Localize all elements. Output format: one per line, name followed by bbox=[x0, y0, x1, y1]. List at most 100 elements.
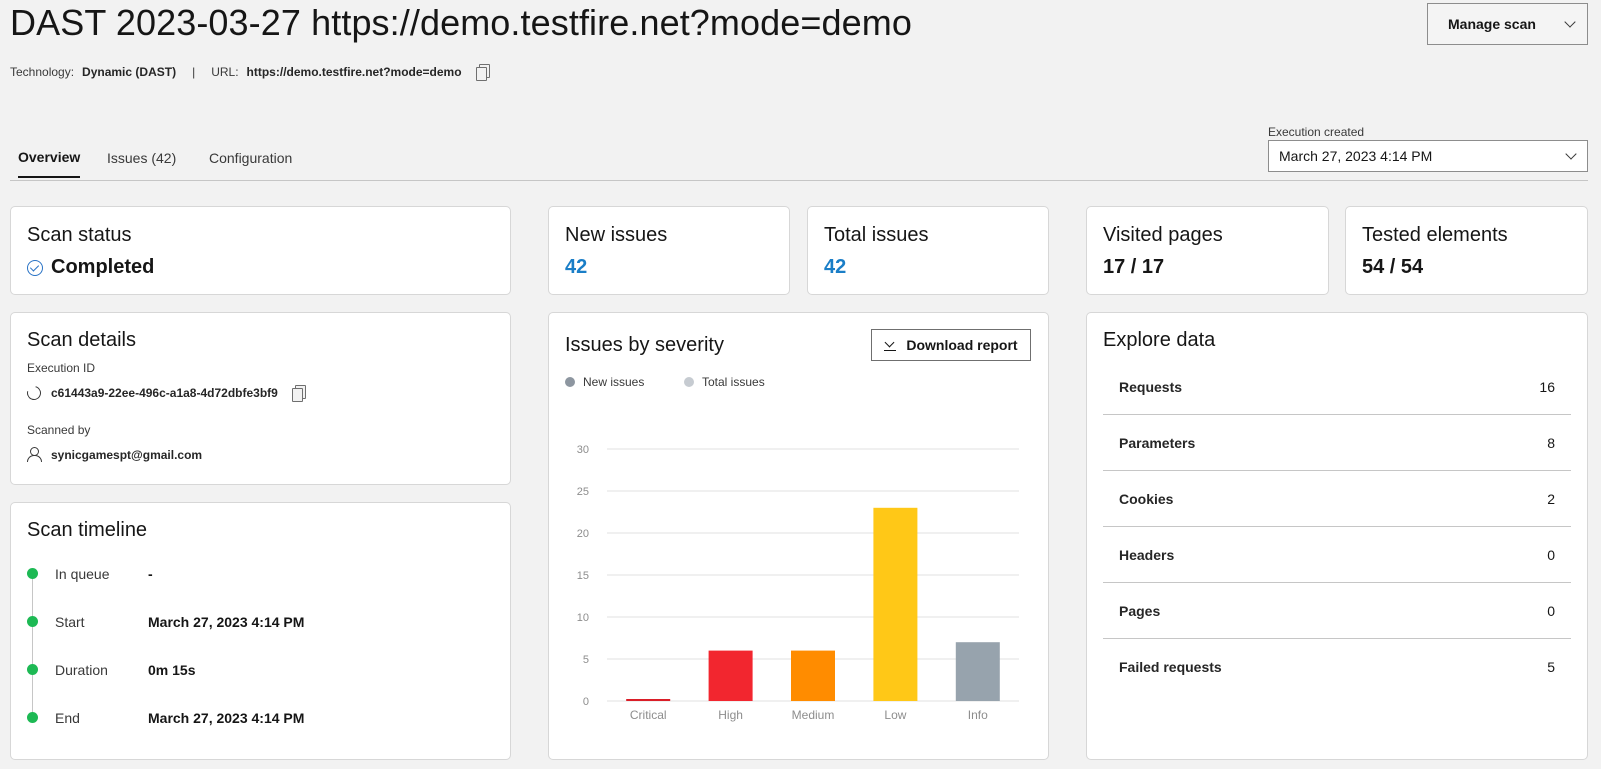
manage-scan-button[interactable]: Manage scan bbox=[1427, 3, 1588, 45]
legend-item-total[interactable]: Total issues bbox=[684, 375, 765, 389]
x-tick-label: Low bbox=[884, 708, 906, 722]
legend-swatch bbox=[565, 377, 575, 387]
scanned-by-value: synicgamespt@gmail.com bbox=[51, 447, 203, 462]
explore-row-value: 5 bbox=[1547, 659, 1555, 675]
y-tick-label: 5 bbox=[583, 654, 589, 666]
page-title: DAST 2023-03-27 https://demo.testfire.ne… bbox=[10, 2, 912, 43]
timeline-label-end: End bbox=[55, 710, 80, 726]
bar-high bbox=[708, 650, 753, 701]
x-tick-label: High bbox=[718, 708, 743, 722]
total-issues-title: Total issues bbox=[824, 224, 929, 246]
timeline-label-duration: Duration bbox=[55, 662, 108, 678]
tab-overview[interactable]: Overview bbox=[18, 149, 81, 178]
explore-row-label: Parameters bbox=[1119, 434, 1196, 451]
issues-by-severity-title: Issues by severity bbox=[565, 334, 724, 356]
timeline-dot bbox=[27, 568, 38, 579]
check-circle-icon bbox=[27, 259, 43, 276]
timeline-label-start: Start bbox=[55, 614, 85, 630]
copy-execution-id-icon[interactable] bbox=[291, 385, 306, 402]
tab-issues[interactable]: Issues (42) bbox=[107, 150, 176, 166]
visited-pages-title: Visited pages bbox=[1103, 224, 1223, 246]
scanned-by-label: Scanned by bbox=[27, 423, 91, 437]
explore-row-value: 0 bbox=[1547, 546, 1555, 563]
y-tick-label: 30 bbox=[577, 444, 589, 456]
execution-icon bbox=[24, 382, 44, 403]
y-tick-label: 25 bbox=[577, 486, 589, 498]
timeline-value-start: March 27, 2023 4:14 PM bbox=[148, 614, 305, 630]
explore-row-value: 2 bbox=[1547, 490, 1555, 507]
total-issues-card: Total issues 42 bbox=[807, 206, 1049, 295]
timeline-dot bbox=[27, 712, 38, 723]
new-issues-count[interactable]: 42 bbox=[565, 256, 587, 279]
new-issues-card: New issues 42 bbox=[548, 206, 790, 295]
tab-configuration[interactable]: Configuration bbox=[209, 150, 292, 166]
y-tick-label: 15 bbox=[577, 570, 589, 582]
y-tick-label: 0 bbox=[583, 696, 589, 708]
explore-row-label: Failed requests bbox=[1119, 659, 1222, 675]
timeline-dot bbox=[27, 664, 38, 675]
total-issues-count[interactable]: 42 bbox=[824, 256, 846, 279]
visited-pages-value: 17 / 17 bbox=[1103, 256, 1165, 278]
explore-row-parameters[interactable]: Parameters 8 bbox=[1103, 415, 1571, 471]
copy-url-icon[interactable] bbox=[475, 64, 490, 81]
legend-label: Total issues bbox=[702, 375, 765, 389]
chevron-down-icon bbox=[1565, 148, 1577, 160]
timeline-value-end: March 27, 2023 4:14 PM bbox=[148, 710, 305, 726]
manage-scan-label: Manage scan bbox=[1448, 16, 1536, 32]
scan-status-value: Completed bbox=[51, 256, 155, 278]
explore-row-value: 16 bbox=[1539, 378, 1555, 395]
explore-row-label: Requests bbox=[1119, 378, 1183, 395]
execution-id-row: c61443a9-22ee-496c-a1a8-4d72dbfe3bf9 bbox=[24, 382, 306, 403]
issues-by-severity-card: Issues by severity Download report New i… bbox=[548, 312, 1049, 760]
tested-elements-title: Tested elements bbox=[1362, 224, 1508, 246]
explore-data-card: Explore data Requests 16 Parameters 8 Co… bbox=[1086, 312, 1588, 760]
new-issues-title: New issues bbox=[565, 224, 668, 246]
chevron-down-icon bbox=[1564, 16, 1576, 28]
bar-low bbox=[873, 507, 918, 701]
technology-label: Technology: bbox=[10, 64, 75, 79]
severity-bar-chart: 0 5 10 15 20 25 30 Critical High Medium Low Info bbox=[577, 444, 1019, 722]
scan-status-title: Scan status bbox=[27, 224, 132, 246]
legend-swatch bbox=[684, 377, 694, 387]
meta-separator: | bbox=[192, 64, 196, 79]
bar-critical bbox=[626, 699, 671, 701]
y-tick-label: 20 bbox=[577, 528, 589, 540]
tested-elements-card: Tested elements 54 / 54 bbox=[1345, 206, 1588, 295]
timeline-line bbox=[32, 572, 33, 717]
scan-status-card: Scan status Completed bbox=[10, 206, 511, 295]
legend-item-new[interactable]: New issues bbox=[565, 375, 644, 389]
timeline-value-in-queue: - bbox=[148, 566, 153, 582]
scan-status-row: Completed bbox=[27, 256, 154, 279]
explore-row-value: 0 bbox=[1547, 602, 1555, 619]
explore-row-label: Cookies bbox=[1119, 490, 1174, 507]
scan-meta: Technology: Dynamic (DAST) | URL: https:… bbox=[10, 64, 490, 81]
tested-elements-value: 54 / 54 bbox=[1362, 256, 1424, 278]
technology-value: Dynamic (DAST) bbox=[82, 64, 177, 79]
execution-select[interactable]: March 27, 2023 4:14 PM bbox=[1268, 140, 1588, 172]
explore-row-pages[interactable]: Pages 0 bbox=[1103, 583, 1571, 639]
x-tick-label: Critical bbox=[630, 708, 667, 722]
download-icon bbox=[884, 339, 897, 351]
explore-data-title: Explore data bbox=[1103, 329, 1216, 351]
url-value: https://demo.testfire.net?mode=demo bbox=[246, 64, 462, 79]
timeline-value-duration: 0m 15s bbox=[148, 662, 196, 678]
explore-row-failed-requests[interactable]: Failed requests 5 bbox=[1103, 639, 1571, 695]
execution-created-label: Execution created bbox=[1268, 125, 1365, 139]
download-report-label: Download report bbox=[906, 337, 1018, 353]
download-report-button[interactable]: Download report bbox=[871, 329, 1031, 361]
explore-row-value: 8 bbox=[1547, 434, 1555, 451]
scan-details-card: Scan details Execution ID c61443a9-22ee-… bbox=[10, 312, 511, 485]
explore-row-cookies[interactable]: Cookies 2 bbox=[1103, 471, 1571, 527]
visited-pages-card: Visited pages 17 / 17 bbox=[1086, 206, 1329, 295]
x-tick-label: Medium bbox=[792, 708, 835, 722]
scanned-by-row: synicgamespt@gmail.com bbox=[27, 447, 202, 462]
x-tick-label: Info bbox=[968, 708, 988, 722]
bar-info bbox=[955, 642, 1000, 701]
explore-row-headers[interactable]: Headers 0 bbox=[1103, 527, 1571, 583]
explore-row-requests[interactable]: Requests 16 bbox=[1103, 359, 1571, 415]
execution-id-value: c61443a9-22ee-496c-a1a8-4d72dbfe3bf9 bbox=[51, 385, 278, 400]
user-icon bbox=[27, 447, 42, 462]
scan-timeline-title: Scan timeline bbox=[27, 519, 148, 541]
url-label: URL: bbox=[211, 64, 239, 79]
y-tick-label: 10 bbox=[577, 612, 589, 624]
